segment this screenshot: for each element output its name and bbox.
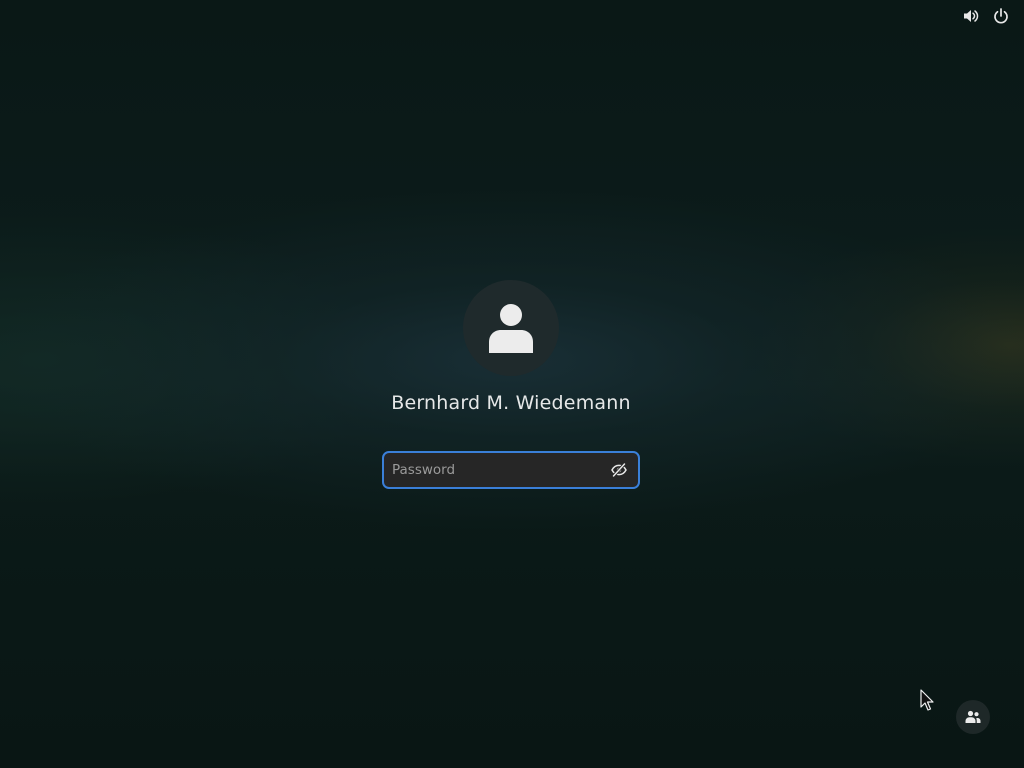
power-icon[interactable] xyxy=(992,7,1010,25)
user-avatar-icon xyxy=(489,304,533,353)
users-icon xyxy=(965,710,981,723)
eye-hidden-icon xyxy=(611,462,627,478)
user-avatar xyxy=(463,280,559,376)
switch-user-button[interactable] xyxy=(956,700,990,734)
volume-high-icon[interactable] xyxy=(962,7,980,25)
system-status-area[interactable] xyxy=(962,7,1010,25)
user-name: Bernhard M. Wiedemann xyxy=(391,392,631,414)
reveal-password-button[interactable] xyxy=(606,457,632,483)
password-input[interactable] xyxy=(384,453,606,487)
password-field[interactable] xyxy=(382,451,640,489)
mouse-pointer-icon xyxy=(920,689,934,711)
